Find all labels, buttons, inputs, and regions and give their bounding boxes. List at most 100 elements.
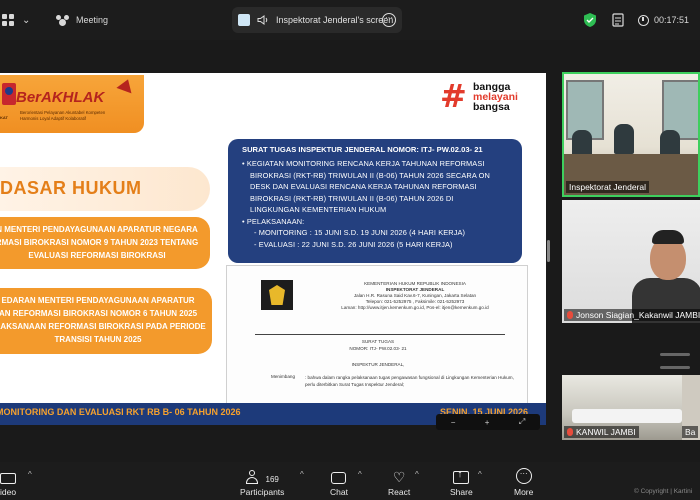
- participant-name-text: KANWIL JAMBI: [576, 427, 636, 437]
- participant-name: KANWIL JAMBI: [564, 426, 639, 438]
- legal-basis-2-line: TRANSISI TAHUN 2025: [54, 335, 142, 344]
- legal-basis-2-line: AN REFORMASI BIROKRASI NOMOR 6 TAHUN 202…: [0, 309, 198, 318]
- more-button[interactable]: ··· More: [514, 466, 533, 497]
- fit-screen-button[interactable]: ⤢: [519, 417, 525, 427]
- letterhead-divider: [255, 334, 505, 335]
- mic-muted-icon: [567, 311, 573, 319]
- legal-basis-box-1: N MENTERI PENDAYAGUNAAN APARATUR NEGARA …: [0, 217, 210, 269]
- video-tile[interactable]: Ba: [682, 375, 700, 440]
- letter-menimbang: Menimbang: [271, 374, 296, 379]
- surat-tugas-document: KEMENTERIAN HUKUM REPUBLIK INDONESIA INS…: [226, 265, 528, 413]
- logo-side-text: KAT: [0, 115, 8, 120]
- zoom-out-button[interactable]: −: [451, 418, 456, 427]
- surat-tugas-title: SURAT TUGAS INSPEKTUR JENDERAL NOMOR: IT…: [242, 145, 483, 154]
- participant-name-text: Ba: [685, 427, 696, 437]
- participant-name: Jonson Siagian_Kakanwil JAMBI: [564, 309, 700, 321]
- zoom-in-button[interactable]: +: [485, 418, 490, 427]
- copyright-text: © Copyright | Kartini: [634, 488, 693, 495]
- dasar-hukum-header: DASAR HUKUM: [0, 167, 210, 211]
- security-shield-icon[interactable]: [584, 0, 596, 40]
- screen-thumbnail-icon: [238, 14, 250, 26]
- legal-basis-2-line: EDARAN MENTERI PENDAYAGUNAAN APARATUR: [1, 296, 195, 305]
- more-options-icon[interactable]: ···: [382, 13, 396, 27]
- more-label: More: [514, 487, 534, 497]
- participant-name: Inspektorat Jenderal: [566, 181, 650, 193]
- video-tile[interactable]: KANWIL JAMBI: [562, 375, 700, 440]
- summary-line: - MONITORING : 15 JUNI S.D. 19 JUNI 2026…: [254, 228, 466, 237]
- share-title: Inspektorat Jenderal's screen: [276, 15, 394, 25]
- participant-name-text: Inspektorat Jenderal: [569, 182, 647, 192]
- top-bar: ⌄ Meeting Inspektorat Jenderal's screen …: [0, 0, 700, 40]
- chat-button[interactable]: Chat: [330, 466, 348, 497]
- summary-line: - EVALUASI : 22 JUNI S.D. 26 JUNI 2026 (…: [254, 239, 453, 249]
- legal-basis-1-line: EVALUASI REFORMASI BIROKRASI: [28, 251, 166, 260]
- bangga-word-3: bangsa: [473, 101, 510, 113]
- chat-label: Chat: [330, 487, 348, 497]
- video-label: ideo: [0, 487, 17, 497]
- arrow-icon: [116, 76, 136, 94]
- bangga-melayani-bangsa-logo: # bangga melayani bangsa: [440, 77, 540, 115]
- react-button[interactable]: ♡ React: [388, 466, 410, 497]
- summary-line: PELAKSANAAN:: [242, 216, 512, 228]
- timer-text: 00:17:51: [654, 15, 690, 25]
- legal-basis-2-line: ELAKSANAAN REFORMASI BIROKRASI PADA PERI…: [0, 322, 206, 331]
- more-icon: ···: [515, 468, 532, 484]
- tile-divider: [660, 353, 690, 356]
- chevron-down-icon[interactable]: ⌄: [22, 0, 30, 40]
- share-label: Share: [450, 487, 473, 497]
- letterhead-line: Laman: http://www.itjen.kemenkum.go.id, …: [341, 305, 489, 310]
- presentation-slide: BerAKHLAK Berorientasi Pelayanan Akuntab…: [0, 73, 546, 425]
- video-options-caret-icon[interactable]: ^: [28, 470, 32, 479]
- document-icon[interactable]: [612, 0, 624, 40]
- summary-line: KEGIATAN MONITORING RENCANA KERJA TAHUNA…: [242, 158, 512, 170]
- participants-count: 169: [265, 475, 279, 484]
- logo-tagline-1: Berorientasi Pelayanan Akuntabel Kompete…: [20, 110, 106, 115]
- split-handle[interactable]: [547, 240, 550, 262]
- participants-button[interactable]: 169 Participants: [240, 466, 284, 497]
- meeting-menu[interactable]: Meeting: [56, 0, 108, 40]
- hash-mark: #: [440, 77, 467, 115]
- participant-name-text: Jonson Siagian_Kakanwil JAMBI: [576, 310, 700, 320]
- emblem-icon: [2, 83, 16, 105]
- summary-line: DESK DAN EVALUASI RENCANA KERJA TAHUNAN …: [250, 182, 477, 191]
- logo-brand: BerAKHLAK: [16, 89, 105, 106]
- meeting-timer: 00:17:51: [638, 0, 689, 40]
- summary-line: BIROKRASI (RKT-RB) TRIWULAN II (B-06) TA…: [250, 170, 490, 180]
- mic-muted-icon: [567, 428, 573, 436]
- surat-tugas-summary: SURAT TUGAS INSPEKTUR JENDERAL NOMOR: IT…: [228, 139, 522, 263]
- participants-label: Participants: [240, 487, 285, 497]
- video-tile-active[interactable]: Inspektorat Jenderal: [562, 72, 700, 197]
- chat-options-caret-icon[interactable]: ^: [358, 470, 362, 479]
- meeting-toolbar: ideo ^ 169 Participants ^ Chat ^ ♡ React…: [0, 462, 700, 500]
- berakhlak-logo: BerAKHLAK Berorientasi Pelayanan Akuntab…: [0, 75, 144, 133]
- speaker-icon[interactable]: [257, 15, 269, 25]
- legal-basis-box-2: EDARAN MENTERI PENDAYAGUNAAN APARATUR AN…: [0, 288, 212, 354]
- meeting-label: Meeting: [76, 15, 109, 25]
- zoom-controls: − + ⤢: [436, 414, 540, 430]
- apps-grid-icon[interactable]: [2, 0, 14, 40]
- share-screen-icon: [453, 469, 470, 484]
- letter-body: : bahwa dalam rangka pelaksanaan tugas p…: [305, 375, 514, 387]
- summary-line: LINGKUNGAN KEMENTERIAN HUKUM: [250, 205, 387, 214]
- legal-basis-1-line: N MENTERI PENDAYAGUNAAN APARATUR NEGARA: [0, 225, 198, 234]
- summary-line: BIROKRASI (RKT-RB) TRIWULAN II (B-06) TA…: [250, 193, 454, 203]
- footer-event: MONITORING DAN EVALUASI RKT RB B- 06 TAH…: [0, 407, 241, 417]
- share-button[interactable]: Share: [450, 466, 473, 497]
- video-tile[interactable]: Jonson Siagian_Kakanwil JAMBI: [562, 200, 700, 323]
- letterhead: KEMENTERIAN HUKUM REPUBLIK INDONESIA INS…: [315, 281, 515, 311]
- chat-icon: [331, 472, 347, 484]
- people-icon: [56, 14, 70, 26]
- react-label: React: [388, 487, 411, 497]
- heart-icon: ♡: [392, 469, 406, 485]
- participants-icon: [245, 470, 262, 484]
- share-indicator[interactable]: Inspektorat Jenderal's screen ···: [232, 7, 402, 33]
- react-options-caret-icon[interactable]: ^: [415, 470, 419, 479]
- letter-number: NOMOR: ITJ- PW.02.03- 21: [349, 346, 407, 351]
- clock-icon: [638, 14, 649, 26]
- video-button[interactable]: ideo: [0, 466, 16, 497]
- share-options-caret-icon[interactable]: ^: [478, 470, 482, 479]
- legal-basis-1-line: RMASI BIROKRASI NOMOR 9 TAHUN 2023 TENTA…: [0, 238, 199, 247]
- participants-options-caret-icon[interactable]: ^: [300, 470, 304, 479]
- shared-screen-area: BerAKHLAK Berorientasi Pelayanan Akuntab…: [0, 40, 556, 466]
- logo-tagline-2: Harmonis Loyal Adaptif Kolaboratif: [20, 116, 86, 121]
